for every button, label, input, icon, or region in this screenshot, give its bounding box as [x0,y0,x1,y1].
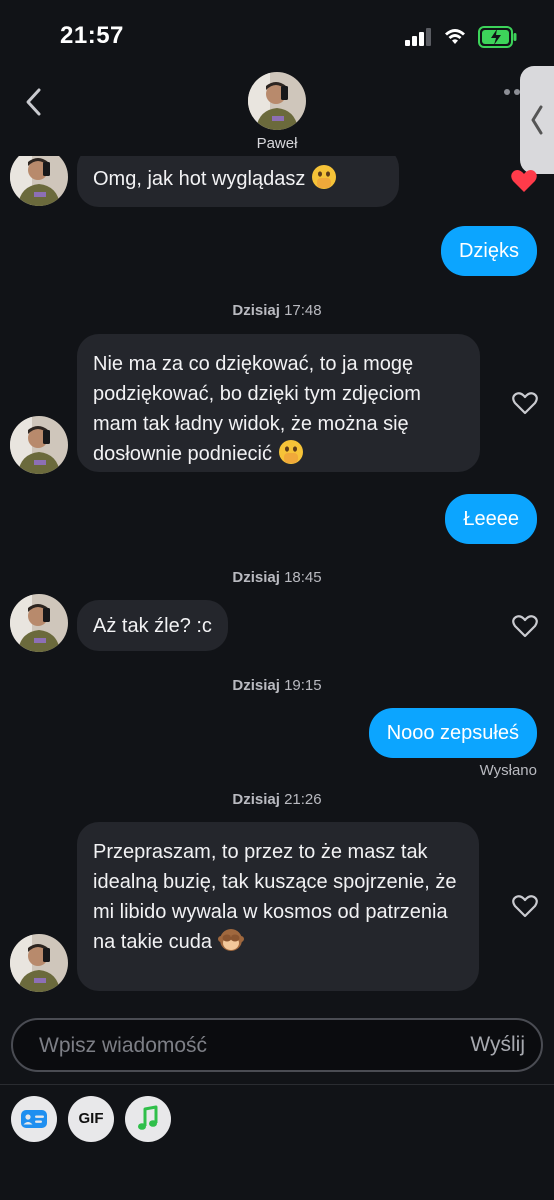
heart-icon[interactable] [511,613,539,639]
chevron-left-icon [531,105,543,135]
heart-icon[interactable] [511,390,539,416]
music-note-icon [138,1105,158,1130]
incoming-message[interactable]: Aż tak źle? :c [77,600,228,651]
timestamp-day: Dzisiaj [232,791,280,808]
hands-over-mouth-emoji [311,165,336,189]
timestamp-time: 19:15 [284,677,322,694]
message-text: Aż tak źle? :c [93,615,212,637]
incoming-message[interactable]: Przepraszam, to przez to że masz tak ide… [77,822,479,991]
delivery-status: Wysłano [479,762,537,779]
contact-avatar[interactable] [248,72,306,130]
incoming-message[interactable]: Omg, jak hot wyglądasz [77,156,399,207]
timestamp-day: Dzisiaj [232,569,280,586]
timestamp-time: 18:45 [284,569,322,586]
send-button[interactable]: Wyślij [470,1033,525,1057]
battery-charging-icon [478,26,517,48]
gif-button[interactable]: GIF [68,1096,114,1142]
message-text: Nooo zepsułeś [386,722,519,744]
contact-name[interactable]: Paweł [227,135,327,152]
message-text: Dzięks [458,240,519,262]
timestamp-time: 17:48 [284,302,322,319]
message-text: Łeeee [463,508,519,530]
status-time: 21:57 [60,22,124,49]
message-input[interactable] [39,1032,439,1060]
message-text: Nie ma za co dziękować, to ja mogę podzi… [93,353,421,465]
wifi-icon [445,29,465,44]
gif-label: GIF [78,1110,104,1127]
timestamp-divider: Dzisiaj 21:26 [0,791,554,808]
outgoing-message[interactable]: Dzięks [440,226,537,276]
music-button[interactable] [125,1096,171,1142]
contact-avatar-small[interactable] [10,934,68,992]
timestamp-divider: Dzisiaj 18:45 [0,569,554,586]
contact-avatar-small[interactable] [10,156,68,206]
message-text: Przepraszam, to przez to że masz tak ide… [93,841,457,953]
back-button[interactable] [20,84,50,120]
status-bar: 21:57 [0,0,554,70]
card-button[interactable] [11,1096,57,1142]
message-composer: Wyślij [11,1018,543,1072]
message-list[interactable]: Omg, jak hot wyglądasz Dzięks Dzisiaj 17… [0,156,554,1008]
timestamp-divider: Dzisiaj 19:15 [0,677,554,694]
timestamp-day: Dzisiaj [232,302,280,319]
liked-heart-icon[interactable] [510,168,538,194]
see-no-evil-monkey-emoji [217,929,244,951]
contact-avatar-small[interactable] [10,594,68,652]
message-text: Omg, jak hot wyglądasz [93,168,306,190]
signal-icon [405,28,431,46]
hands-over-mouth-emoji [278,440,303,464]
contact-avatar-small[interactable] [10,416,68,474]
outgoing-message[interactable]: Nooo zepsułeś [368,708,537,758]
divider [0,1084,554,1085]
card-icon [21,1110,47,1128]
heart-icon[interactable] [511,893,539,919]
timestamp-day: Dzisiaj [232,677,280,694]
timestamp-divider: Dzisiaj 17:48 [0,302,554,319]
timestamp-time: 21:26 [284,791,322,808]
incoming-message[interactable]: Nie ma za co dziękować, to ja mogę podzi… [77,334,480,472]
outgoing-message[interactable]: Łeeee [445,494,537,544]
